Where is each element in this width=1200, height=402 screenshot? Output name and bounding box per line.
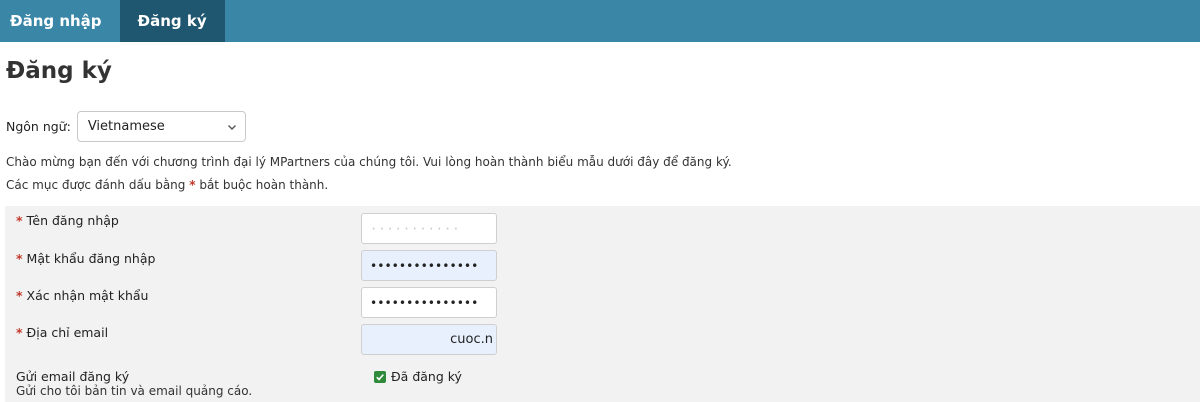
required-note-text-end: bắt buộc hoàn thành. xyxy=(195,178,329,192)
email-value: cuoc.n xyxy=(450,332,493,347)
email-input[interactable]: cuoc.n xyxy=(361,324,497,355)
intro-text: Chào mừng bạn đến với chương trình đại l… xyxy=(6,155,732,169)
username-input[interactable]: ··········· xyxy=(361,213,497,244)
password-input[interactable]: ••••••••••••••• xyxy=(361,250,497,281)
required-note-text: Các mục được đánh dấu bằng xyxy=(6,178,190,192)
confirm-password-label: * Xác nhận mật khẩu xyxy=(16,288,148,303)
username-label-text: Tên đăng nhập xyxy=(26,213,119,228)
required-star: * xyxy=(16,325,23,340)
top-nav: Đăng nhập Đăng ký xyxy=(0,0,1200,42)
username-label: * Tên đăng nhập xyxy=(16,213,119,228)
newsletter-description: Gửi cho tôi bản tin và email quảng cáo. xyxy=(16,384,253,398)
required-star: * xyxy=(16,288,23,303)
confirm-password-input[interactable]: ••••••••••••••• xyxy=(361,287,497,318)
tab-login[interactable]: Đăng nhập xyxy=(0,0,120,42)
language-select[interactable]: Vietnamese xyxy=(76,111,246,142)
password-label: * Mật khẩu đăng nhập xyxy=(16,251,155,266)
chevron-down-icon xyxy=(227,124,236,130)
confirm-password-label-text: Xác nhận mật khẩu xyxy=(26,288,149,303)
password-label-text: Mật khẩu đăng nhập xyxy=(26,251,156,266)
username-value: ··········· xyxy=(370,221,461,236)
newsletter-checkbox[interactable] xyxy=(374,370,386,383)
email-label-text: Địa chỉ email xyxy=(26,325,109,340)
newsletter-label: Gửi email đăng ký xyxy=(16,369,130,384)
language-label: Ngôn ngữ: xyxy=(6,119,71,134)
password-value: ••••••••••••••• xyxy=(370,258,479,273)
required-star: * xyxy=(16,213,23,228)
language-row: Ngôn ngữ: Vietnamese xyxy=(6,111,246,142)
language-selected-value: Vietnamese xyxy=(87,119,165,134)
registration-form: * Tên đăng nhập ··········· * Mật khẩu đ… xyxy=(5,206,1200,402)
tab-register[interactable]: Đăng ký xyxy=(119,0,225,42)
required-note: Các mục được đánh dấu bằng * bắt buộc ho… xyxy=(6,178,328,192)
newsletter-checkbox-label[interactable]: Đã đăng ký xyxy=(391,369,462,384)
check-icon xyxy=(376,373,384,381)
newsletter-checkbox-row: Đã đăng ký xyxy=(374,369,462,384)
page-title: Đăng ký xyxy=(6,58,112,84)
email-label: * Địa chỉ email xyxy=(16,325,108,340)
required-star: * xyxy=(16,251,23,266)
confirm-password-value: ••••••••••••••• xyxy=(370,295,479,310)
